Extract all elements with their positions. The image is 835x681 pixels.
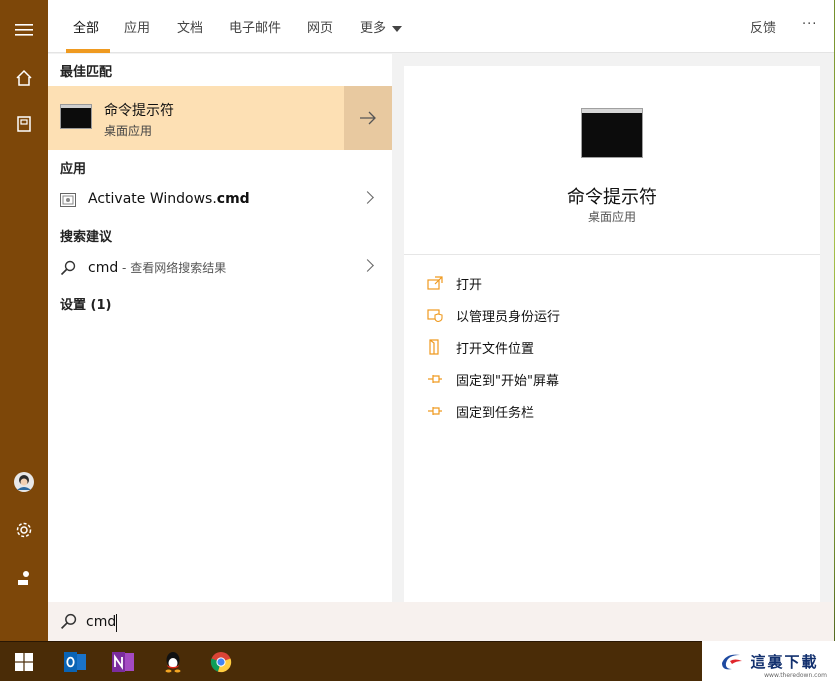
app-item-label: Activate Windows.cmd bbox=[88, 191, 250, 207]
command-prompt-icon bbox=[581, 108, 643, 158]
admin-shield-icon bbox=[426, 307, 444, 323]
feedback-person-icon[interactable] bbox=[0, 558, 48, 598]
text-caret bbox=[116, 614, 117, 632]
file-location-icon bbox=[426, 339, 444, 355]
chevron-down-icon bbox=[392, 25, 403, 32]
command-prompt-icon bbox=[60, 104, 92, 129]
settings-gear-icon[interactable] bbox=[0, 510, 48, 550]
arrow-right-icon bbox=[360, 111, 376, 125]
feedback-link[interactable]: 反馈 bbox=[750, 17, 776, 36]
chrome-icon[interactable] bbox=[197, 642, 245, 681]
watermark-url: www.theredown.com bbox=[764, 672, 827, 679]
list-item-activate-windows[interactable]: Activate Windows.cmd bbox=[48, 184, 392, 216]
preview-title: 命令提示符 bbox=[567, 187, 657, 208]
search-icon bbox=[60, 613, 77, 630]
action-run-as-admin[interactable]: 以管理员身份运行 bbox=[426, 304, 560, 326]
action-label: 固定到"开始"屏幕 bbox=[456, 373, 559, 389]
divider bbox=[404, 254, 820, 255]
filter-tabs: 全部 应用 文档 电子邮件 网页 更多 反馈 ··· bbox=[48, 0, 834, 53]
active-tab-indicator bbox=[66, 49, 110, 53]
watermark-logo: 這裏下載 www.theredown.com bbox=[702, 641, 835, 681]
overflow-menu-icon[interactable]: ··· bbox=[802, 17, 817, 32]
onenote-icon[interactable] bbox=[99, 642, 147, 681]
watermark-text: 這裏下載 bbox=[750, 652, 819, 671]
search-suggestions-heading: 搜索建议 bbox=[60, 230, 113, 245]
preview-subtitle: 桌面应用 bbox=[587, 210, 636, 224]
suggestion-label: cmd - 查看网络搜索结果 bbox=[88, 259, 226, 276]
pin-icon bbox=[426, 371, 444, 387]
suggestion-query: cmd bbox=[88, 260, 119, 276]
qq-icon[interactable] bbox=[149, 642, 197, 681]
action-label: 打开文件位置 bbox=[456, 341, 535, 357]
action-label: 打开 bbox=[456, 277, 483, 293]
search-icon bbox=[60, 260, 76, 276]
action-open[interactable]: 打开 bbox=[426, 272, 482, 294]
pin-icon bbox=[426, 403, 444, 419]
open-icon bbox=[426, 275, 444, 291]
best-match-item[interactable]: 命令提示符 桌面应用 bbox=[48, 86, 392, 150]
list-item-web-suggestion[interactable]: cmd - 查看网络搜索结果 bbox=[48, 252, 392, 284]
search-input[interactable] bbox=[86, 611, 386, 633]
results-list: 最佳匹配 命令提示符 桌面应用 应用 Activate Windows. cmd … bbox=[48, 54, 392, 602]
action-open-file-location[interactable]: 打开文件位置 bbox=[426, 336, 534, 358]
app-item-name-prefix: Activate Windows. bbox=[88, 191, 217, 207]
best-match-type: 桌面应用 bbox=[104, 124, 153, 138]
best-match-heading: 最佳匹配 bbox=[60, 65, 113, 80]
open-details-button[interactable] bbox=[344, 86, 392, 150]
start-rail bbox=[0, 0, 48, 641]
suggestion-hint: - 查看网络搜索结果 bbox=[118, 261, 227, 275]
tab-email[interactable]: 电子邮件 bbox=[229, 17, 281, 36]
search-panel: 全部 应用 文档 电子邮件 网页 更多 反馈 ··· 最佳匹配 命令提示符 桌面… bbox=[48, 0, 834, 641]
action-pin-to-start[interactable]: 固定到"开始"屏幕 bbox=[426, 368, 559, 390]
action-label: 以管理员身份运行 bbox=[456, 309, 561, 325]
outlook-icon[interactable] bbox=[51, 642, 99, 681]
home-icon[interactable] bbox=[0, 58, 48, 98]
hamburger-menu-icon[interactable] bbox=[0, 10, 48, 50]
swoosh-logo-icon bbox=[722, 654, 743, 670]
settings-heading[interactable]: 设置 (1) bbox=[60, 294, 111, 313]
script-file-icon bbox=[60, 193, 76, 207]
chevron-right-icon bbox=[361, 259, 374, 272]
apps-heading: 应用 bbox=[60, 162, 87, 177]
preview-pane: 命令提示符 桌面应用 打开 以管理员身份运行 打开文件位置 固定到"开始"屏幕 … bbox=[404, 66, 820, 602]
user-avatar-icon[interactable] bbox=[0, 462, 48, 502]
tab-more-label: 更多 bbox=[360, 21, 387, 36]
tab-documents[interactable]: 文档 bbox=[177, 17, 203, 36]
action-pin-to-taskbar[interactable]: 固定到任务栏 bbox=[426, 400, 534, 422]
action-label: 固定到任务栏 bbox=[456, 405, 535, 421]
windows-start-icon[interactable] bbox=[0, 642, 48, 681]
tab-more[interactable]: 更多 bbox=[360, 17, 403, 36]
notebook-icon[interactable] bbox=[0, 104, 48, 144]
tab-apps[interactable]: 应用 bbox=[124, 17, 150, 36]
best-match-name: 命令提示符 bbox=[104, 103, 174, 119]
tab-web[interactable]: 网页 bbox=[307, 17, 333, 36]
chevron-right-icon bbox=[361, 191, 374, 204]
app-item-name-match: cmd bbox=[216, 191, 250, 207]
search-box[interactable] bbox=[48, 602, 834, 641]
tab-all[interactable]: 全部 bbox=[73, 17, 99, 36]
